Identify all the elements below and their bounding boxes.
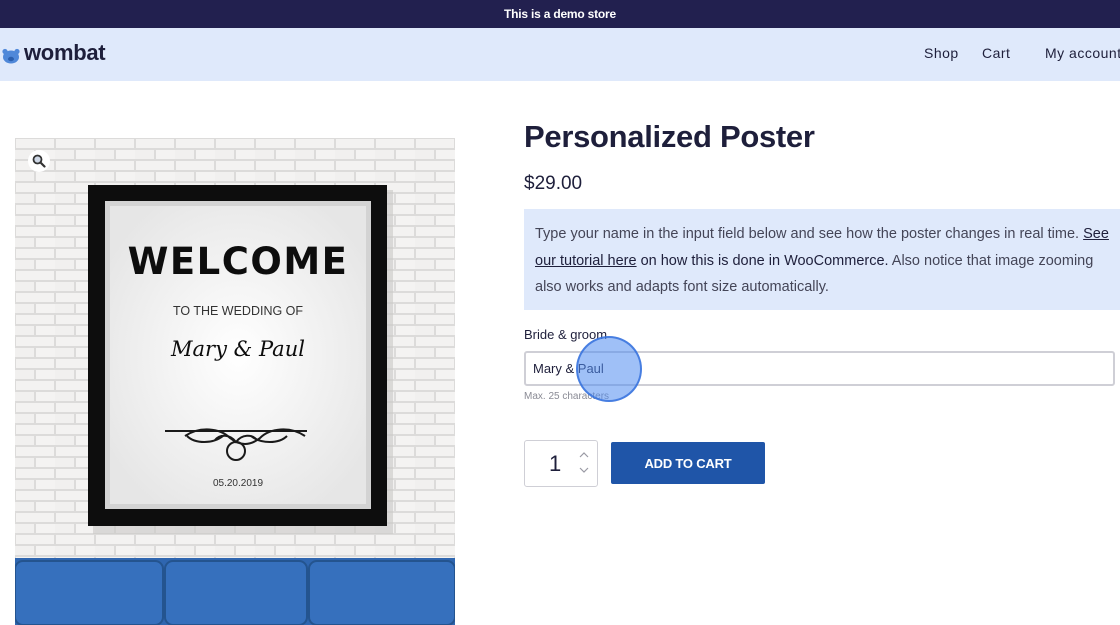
max-characters-hint: Max. 25 characters [524, 391, 610, 402]
site-logo[interactable]: wombat [2, 40, 106, 66]
magnifier-icon [32, 154, 46, 168]
nav-cart[interactable]: Cart [982, 45, 1010, 61]
product-image[interactable]: WELCOME TO THE WEDDING OF Mary & Paul 05… [15, 138, 455, 625]
poster-image [15, 138, 455, 625]
chevron-up-icon[interactable] [577, 449, 591, 461]
demo-store-banner: This is a demo store [0, 0, 1120, 28]
wombat-logo-icon [2, 48, 20, 64]
quantity-value[interactable]: 1 [549, 451, 561, 477]
poster-date: 05.20.2019 [212, 478, 264, 489]
demo-store-text: This is a demo store [503, 7, 617, 21]
add-to-cart-button[interactable]: ADD TO CART [611, 442, 765, 484]
chevron-down-icon[interactable] [577, 464, 591, 476]
product-title: Personalized Poster [524, 119, 815, 154]
nav-shop[interactable]: Shop [924, 45, 959, 61]
zoom-button[interactable] [28, 150, 50, 172]
logo-text: wombat [24, 40, 106, 65]
nav-my-account[interactable]: My account [1045, 45, 1120, 61]
bride-groom-input[interactable] [524, 351, 1115, 386]
poster-names: Mary & Paul [171, 337, 305, 361]
product-price: $29.00 [524, 173, 583, 194]
site-header: wombat Shop Cart My account [0, 28, 1120, 81]
poster-headline: WELCOME [127, 240, 349, 283]
product-info-box: Type your name in the input field below … [524, 209, 1120, 310]
poster-subline: TO THE WEDDING OF [172, 304, 304, 318]
info-text-before: Type your name in the input field below … [535, 226, 1084, 242]
quantity-stepper[interactable]: 1 [524, 440, 598, 487]
bride-groom-label: Bride & groom [524, 327, 608, 342]
info-text-middle: on how this is done in WooCommerce. [636, 252, 889, 269]
